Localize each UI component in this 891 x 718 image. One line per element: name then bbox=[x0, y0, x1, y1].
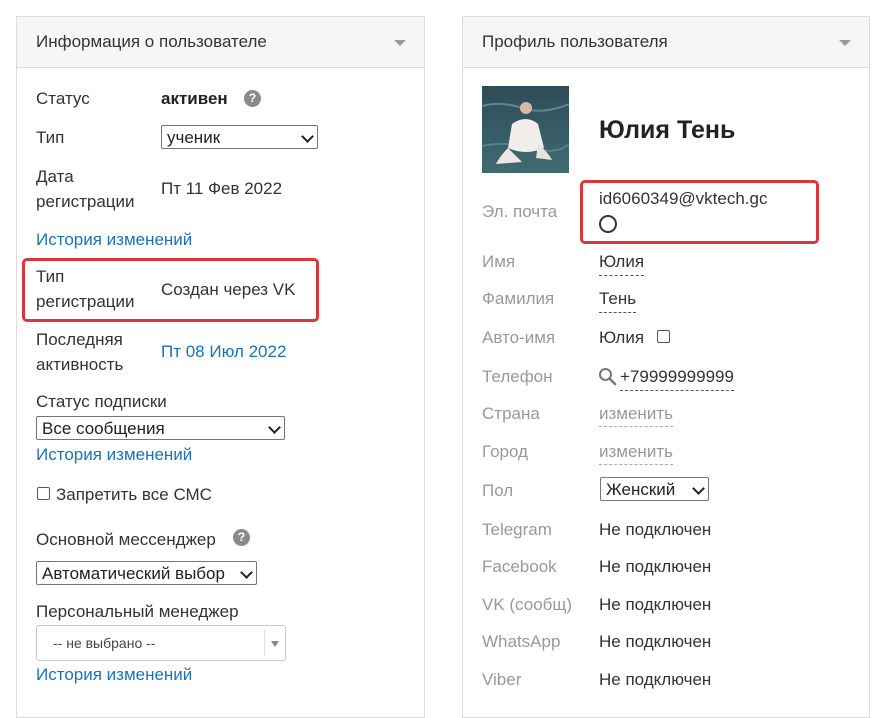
messenger-select[interactable]: Автоматический выбор bbox=[36, 561, 257, 585]
reg-date-label-line2: регистрации bbox=[36, 192, 135, 211]
history-link-3[interactable]: История изменений bbox=[36, 663, 192, 687]
status-label: Статус bbox=[36, 89, 90, 108]
facebook-label: Facebook bbox=[482, 557, 557, 576]
last-name-value[interactable]: Тень bbox=[599, 287, 637, 313]
collapse-caret-icon[interactable] bbox=[839, 40, 851, 46]
manager-label: Персональный менеджер bbox=[36, 602, 239, 621]
status-value: активен bbox=[161, 89, 228, 108]
viber-label: Viber bbox=[482, 670, 522, 689]
phone-label: Телефон bbox=[482, 367, 553, 386]
gender-label: Пол bbox=[482, 481, 514, 500]
telegram-label: Telegram bbox=[482, 520, 552, 539]
messenger-help-icon[interactable]: ? bbox=[233, 529, 250, 546]
manager-select-value: -- не выбрано -- bbox=[53, 635, 156, 651]
select-divider bbox=[264, 630, 265, 656]
history-link-2[interactable]: История изменений bbox=[36, 443, 192, 467]
vk-status: Не подключен bbox=[599, 595, 712, 614]
facebook-status: Не подключен bbox=[599, 557, 712, 576]
collapse-caret-icon[interactable] bbox=[394, 40, 406, 46]
whatsapp-status: Не подключен bbox=[599, 632, 712, 651]
block-sms-checkbox[interactable] bbox=[37, 487, 50, 500]
reg-type-label-line1: Тип bbox=[36, 267, 65, 286]
last-activity-label-line1: Последняя bbox=[36, 330, 123, 349]
status-help-icon[interactable]: ? bbox=[244, 90, 261, 107]
manager-select[interactable]: -- не выбрано -- bbox=[36, 625, 286, 661]
auto-name-value: Юлия bbox=[599, 328, 645, 347]
gender-select-value: Женский bbox=[606, 480, 676, 499]
subscription-select[interactable]: Все сообщения bbox=[36, 416, 285, 440]
search-icon[interactable] bbox=[598, 367, 617, 386]
subscription-select-value: Все сообщения bbox=[42, 419, 165, 438]
profile-name: Юлия Тень bbox=[599, 116, 736, 144]
type-select-value: ученик bbox=[167, 128, 221, 147]
email-label: Эл. почта bbox=[482, 202, 558, 221]
gender-select[interactable]: Женский bbox=[600, 477, 709, 501]
phone-value[interactable]: +79999999999 bbox=[620, 365, 734, 391]
reg-date-value: Пт 11 Фев 2022 bbox=[161, 179, 283, 198]
reg-type-label-line2: регистрации bbox=[36, 292, 135, 311]
first-name-value[interactable]: Юлия bbox=[599, 250, 645, 276]
messenger-label: Основной мессенджер bbox=[36, 530, 216, 549]
email-value[interactable]: id6060349@vktech.gc bbox=[599, 187, 767, 211]
chevron-down-icon bbox=[240, 566, 253, 579]
caret-down-icon bbox=[271, 641, 279, 647]
country-change-link[interactable]: изменить bbox=[599, 402, 673, 427]
user-profile-header[interactable]: Профиль пользователя bbox=[463, 17, 869, 68]
chevron-down-icon bbox=[268, 421, 281, 434]
vk-label: VK (сообщ) bbox=[482, 595, 573, 614]
messenger-select-value: Автоматический выбор bbox=[42, 564, 225, 583]
first-name-label: Имя bbox=[482, 252, 516, 271]
block-sms-label: Запретить все СМС bbox=[56, 485, 212, 504]
auto-name-label: Авто-имя bbox=[482, 328, 556, 347]
history-link-1[interactable]: История изменений bbox=[36, 228, 192, 252]
type-select[interactable]: ученик bbox=[161, 125, 318, 149]
city-label: Город bbox=[482, 442, 528, 461]
subscription-label: Статус подписки bbox=[36, 392, 167, 411]
country-label: Страна bbox=[482, 404, 540, 423]
avatar[interactable] bbox=[482, 86, 569, 173]
last-activity-label-line2: активность bbox=[36, 355, 124, 374]
viber-status: Не подключен bbox=[599, 670, 712, 689]
city-change-link[interactable]: изменить bbox=[599, 440, 673, 465]
reg-date-label-line1: Дата bbox=[36, 167, 74, 186]
user-profile-title: Профиль пользователя bbox=[482, 32, 668, 51]
last-activity-link[interactable]: Пт 08 Июл 2022 bbox=[161, 340, 286, 364]
last-name-label: Фамилия bbox=[482, 289, 555, 308]
user-info-title: Информация о пользователе bbox=[36, 32, 267, 51]
telegram-status: Не подключен bbox=[599, 520, 712, 539]
chevron-down-icon bbox=[692, 482, 705, 495]
user-info-header[interactable]: Информация о пользователе bbox=[17, 17, 424, 68]
chevron-down-icon bbox=[301, 130, 314, 143]
reg-type-value: Создан через VK bbox=[161, 280, 296, 299]
type-label: Тип bbox=[36, 128, 65, 147]
email-status-circle-icon[interactable] bbox=[599, 215, 617, 233]
whatsapp-label: WhatsApp bbox=[482, 632, 561, 651]
auto-name-checkbox[interactable] bbox=[657, 330, 670, 343]
